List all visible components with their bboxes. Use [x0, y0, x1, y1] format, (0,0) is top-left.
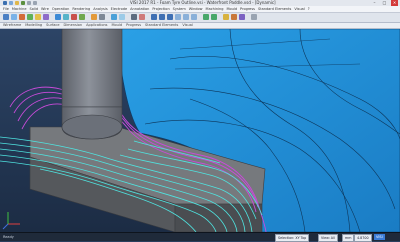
tab-wireframe[interactable]: Wireframe [3, 23, 21, 28]
box-icon[interactable] [55, 14, 61, 20]
menu-item-standard-elements[interactable]: Standard Elements [258, 6, 291, 12]
tool-flat-end [61, 114, 123, 140]
menu-bar: File Machine Solid Wire Operation Rendering An… [0, 6, 400, 13]
quick-access-toolbar [3, 1, 37, 5]
shade-icon[interactable] [203, 14, 209, 20]
undo-icon[interactable] [27, 1, 31, 5]
redo-icon[interactable] [33, 1, 37, 5]
menu-item-machining[interactable]: Machining [206, 6, 224, 12]
menu-item-analysis[interactable]: Analysis [93, 6, 107, 12]
tab-items: Wireframe Modelling Surface Dimension Applic… [3, 23, 193, 28]
save-icon[interactable] [21, 1, 25, 5]
tool-shank [61, 29, 123, 108]
menu-item-visual[interactable]: Visual [294, 6, 304, 12]
menu-item-window[interactable]: Window [189, 6, 203, 12]
menu-item-file[interactable]: File [3, 6, 9, 12]
revolve-icon[interactable] [79, 14, 85, 20]
units-field[interactable]: mm [342, 234, 355, 242]
menu-item-mould[interactable]: Mould [226, 6, 237, 12]
menu-item-solid[interactable]: Solid [30, 6, 39, 12]
app-badge: VISI [374, 234, 385, 240]
tab-dimension[interactable]: Dimension [64, 23, 83, 28]
toolpath-icon[interactable] [231, 14, 237, 20]
spline-icon[interactable] [43, 14, 49, 20]
tab-applications[interactable]: Applications [86, 23, 107, 28]
arc-icon[interactable] [27, 14, 33, 20]
menu-item-rendering[interactable]: Rendering [72, 6, 90, 12]
surface-icon[interactable] [111, 14, 117, 20]
tab-mould[interactable]: Mould [112, 23, 123, 28]
rotate-icon[interactable] [191, 14, 197, 20]
view-iso-icon[interactable] [167, 14, 173, 20]
pan-icon[interactable] [183, 14, 189, 20]
menu-item-system[interactable]: System [173, 6, 186, 12]
tab-modelling[interactable]: Modelling [25, 23, 42, 28]
menu-item-machine[interactable]: Machine [12, 6, 27, 12]
extrude-icon[interactable] [71, 14, 77, 20]
3d-viewport[interactable] [0, 29, 400, 232]
ribbon-toolbar [0, 13, 400, 23]
menu-item-annotation[interactable]: Annotation [130, 6, 149, 12]
cad-scene[interactable] [0, 29, 400, 232]
view-top-icon[interactable] [151, 14, 157, 20]
layer-icon[interactable] [223, 14, 229, 20]
select-icon[interactable] [3, 14, 9, 20]
delete-icon[interactable] [139, 14, 145, 20]
cylinder-icon[interactable] [63, 14, 69, 20]
tab-progress[interactable]: Progress [126, 23, 141, 28]
measure-icon[interactable] [131, 14, 137, 20]
point-icon[interactable] [11, 14, 17, 20]
view-field[interactable]: View: All [318, 234, 338, 242]
tab-standard-elements[interactable]: Standard Elements [145, 23, 178, 28]
cutting-tool[interactable] [61, 29, 123, 140]
open-folder-icon[interactable] [15, 1, 19, 5]
menu-item-projection[interactable]: Projection [152, 6, 169, 12]
simulate-icon[interactable] [239, 14, 245, 20]
menu-item--[interactable]: ? [308, 6, 310, 12]
menu-item-operation[interactable]: Operation [52, 6, 69, 12]
view-front-icon[interactable] [159, 14, 165, 20]
wireframe-icon[interactable] [211, 14, 217, 20]
settings-icon[interactable] [251, 14, 257, 20]
selection-field[interactable]: Selection: XY Top [275, 234, 310, 242]
menu-item-electrode[interactable]: Electrode [111, 6, 128, 12]
zoom-icon[interactable] [175, 14, 181, 20]
menu-item-wire[interactable]: Wire [41, 6, 49, 12]
new-file-icon[interactable] [9, 1, 13, 5]
circle-icon[interactable] [35, 14, 41, 20]
line-icon[interactable] [19, 14, 25, 20]
tab-visual[interactable]: Visual [182, 23, 192, 28]
chamfer-icon[interactable] [99, 14, 105, 20]
offset-icon[interactable] [119, 14, 125, 20]
mode-field[interactable]: 4.8700 [354, 234, 372, 242]
app-icon[interactable] [3, 1, 7, 5]
menu-items: File Machine Solid Wire Operation Rendering An… [3, 6, 310, 12]
menu-item-progress[interactable]: Progress [240, 6, 255, 12]
tab-surface[interactable]: Surface [46, 23, 59, 28]
fillet-icon[interactable] [91, 14, 97, 20]
